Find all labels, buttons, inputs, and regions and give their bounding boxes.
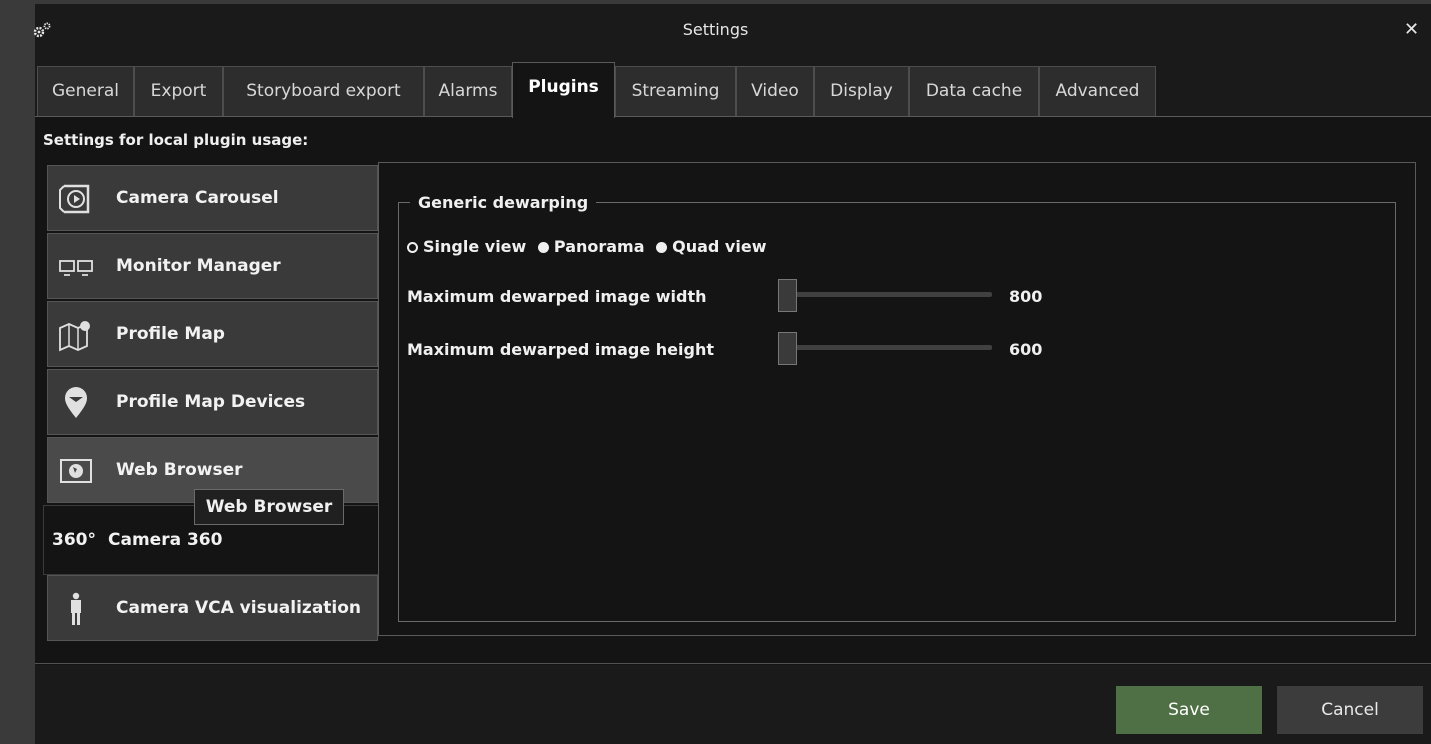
plugin-item-camera-carousel[interactable]: Camera Carousel bbox=[47, 165, 378, 231]
tab-streaming[interactable]: Streaming bbox=[615, 66, 736, 116]
content-divider bbox=[35, 663, 1431, 664]
plugin-label: Monitor Manager bbox=[116, 256, 281, 276]
close-icon[interactable]: ✕ bbox=[1404, 19, 1419, 40]
width-slider[interactable] bbox=[778, 277, 996, 313]
height-slider[interactable] bbox=[778, 330, 996, 366]
tab-storyboard-export[interactable]: Storyboard export bbox=[223, 66, 424, 116]
radio-quad-view[interactable]: Quad view bbox=[656, 237, 766, 256]
plugin-label: Profile Map Devices bbox=[116, 392, 306, 412]
tab-export[interactable]: Export bbox=[134, 66, 223, 116]
camera-carousel-icon bbox=[59, 184, 90, 214]
view-mode-radios: Single view Panorama Quad view bbox=[407, 237, 772, 256]
tab-alarms[interactable]: Alarms bbox=[424, 66, 512, 116]
height-value: 600 bbox=[1009, 340, 1043, 359]
slider-thumb[interactable] bbox=[778, 279, 797, 312]
radio-label: Quad view bbox=[672, 237, 767, 256]
radio-label: Panorama bbox=[553, 237, 645, 256]
radio-dot bbox=[656, 242, 668, 253]
group-title: Generic dewarping bbox=[410, 193, 597, 212]
radio-dot bbox=[407, 242, 418, 253]
save-button[interactable]: Save bbox=[1116, 686, 1262, 734]
slider-thumb[interactable] bbox=[778, 332, 797, 365]
map-pin-icon bbox=[65, 387, 87, 418]
tab-advanced[interactable]: Advanced bbox=[1039, 66, 1156, 116]
person-icon bbox=[71, 592, 81, 625]
tab-plugins[interactable]: Plugins bbox=[512, 62, 615, 118]
slider-track bbox=[778, 292, 992, 297]
tab-display[interactable]: Display bbox=[814, 66, 909, 116]
window-left-edge bbox=[0, 0, 35, 744]
plugin-item-camera-vca[interactable]: Camera VCA visualization bbox=[47, 575, 378, 641]
slider-track bbox=[778, 345, 992, 350]
tooltip: Web Browser bbox=[194, 489, 344, 525]
width-label: Maximum dewarped image width bbox=[407, 287, 707, 306]
plugin-item-profile-map-devices[interactable]: Profile Map Devices bbox=[47, 369, 378, 435]
plugin-label: Camera VCA visualization bbox=[116, 598, 362, 618]
section-label: Settings for local plugin usage: bbox=[43, 131, 309, 149]
tab-general[interactable]: General bbox=[37, 66, 134, 116]
radio-dot bbox=[537, 242, 549, 253]
dewarping-groupbox bbox=[398, 202, 1396, 622]
radio-label: Single view bbox=[423, 237, 527, 256]
height-label: Maximum dewarped image height bbox=[407, 340, 714, 359]
monitor-manager-icon bbox=[59, 260, 93, 276]
tab-video[interactable]: Video bbox=[736, 66, 814, 116]
plugin-label: Web Browser bbox=[116, 460, 243, 480]
plugin-label: Camera 360 bbox=[108, 530, 223, 550]
cancel-button[interactable]: Cancel bbox=[1277, 686, 1423, 734]
plugin-label: Camera Carousel bbox=[116, 188, 279, 208]
window-title: Settings bbox=[682, 20, 749, 39]
radio-panorama[interactable]: Panorama bbox=[537, 237, 645, 256]
radio-single-view[interactable]: Single view bbox=[407, 237, 526, 256]
plugin-label: Profile Map bbox=[116, 324, 225, 344]
plugin-item-monitor-manager[interactable]: Monitor Manager bbox=[47, 233, 378, 299]
web-browser-icon bbox=[60, 459, 92, 483]
plugin-item-profile-map[interactable]: Profile Map bbox=[47, 301, 378, 367]
profile-map-icon bbox=[59, 321, 90, 352]
tab-data-cache[interactable]: Data cache bbox=[909, 66, 1039, 116]
camera-360-icon: 360° bbox=[52, 530, 96, 550]
width-value: 800 bbox=[1009, 287, 1043, 306]
